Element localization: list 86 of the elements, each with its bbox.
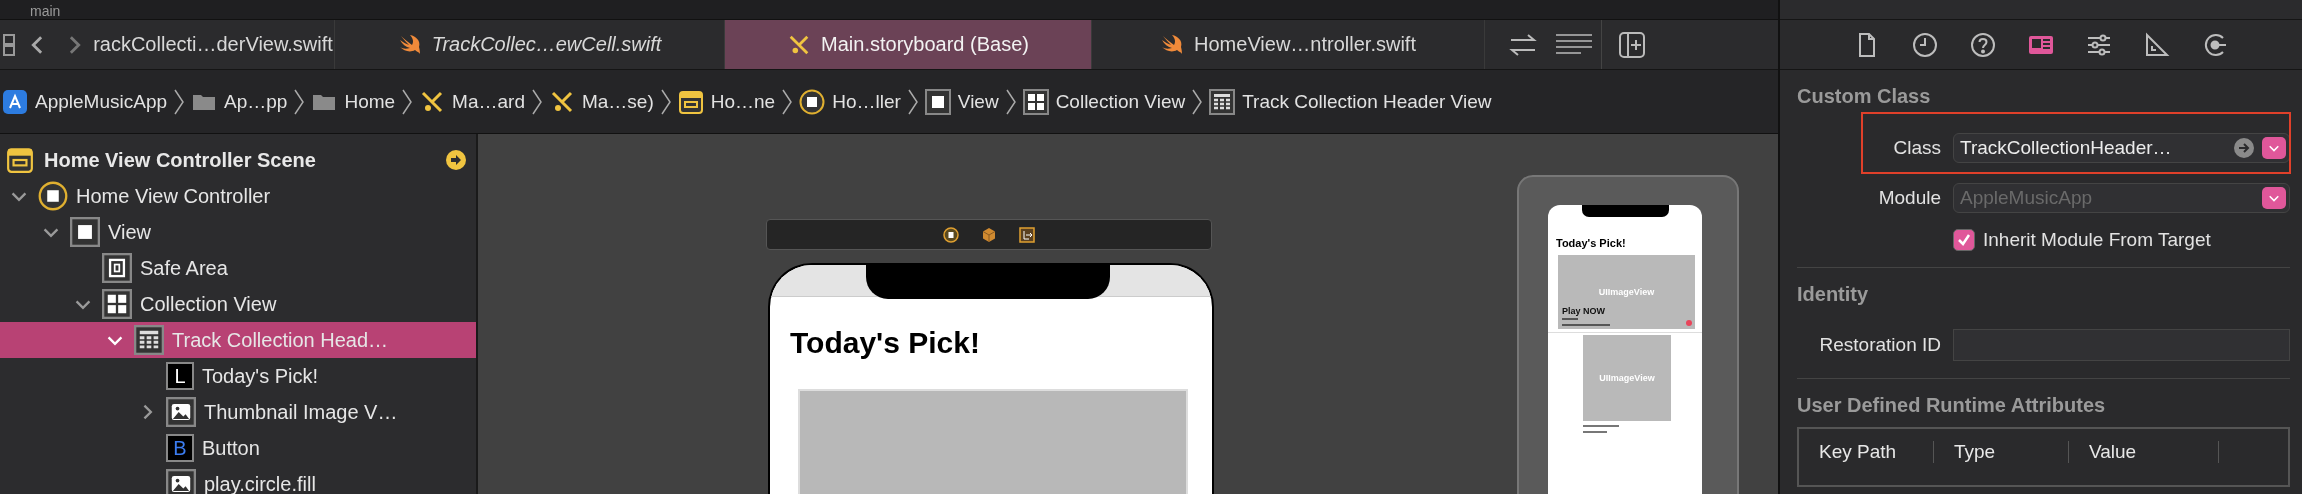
button-icon: B [166, 434, 194, 462]
editor-tab[interactable]: rackCollecti…derView.swift [92, 20, 335, 69]
arrow-circle-icon[interactable] [2234, 138, 2254, 158]
path-item[interactable]: Ma…ard [419, 88, 525, 115]
ruler-icon [2143, 30, 2171, 59]
swift-file-icon [1160, 33, 1185, 56]
editor-tab[interactable]: HomeView…ntroller.swift [1092, 20, 1485, 69]
scene-icon [6, 146, 34, 174]
outline-row[interactable]: Collection View [0, 286, 476, 322]
outline-row[interactable]: View [0, 214, 476, 250]
safe-area-icon [102, 253, 132, 283]
outline-row[interactable]: Home View Controller [0, 178, 476, 214]
section-heading: User Defined Runtime Attributes [1797, 393, 2107, 417]
path-separator-icon [906, 87, 919, 116]
editor-tab[interactable]: Main.storyboard (Base) [725, 20, 1092, 69]
path-separator-icon [401, 87, 414, 116]
path-separator-icon [293, 87, 306, 116]
path-item[interactable]: Ap…pp [191, 88, 288, 115]
checkbox[interactable] [1953, 229, 1975, 251]
grid-icon[interactable] [3, 31, 17, 58]
scene-title: Home View Controller Scene [44, 148, 317, 172]
exit-icon[interactable] [1019, 226, 1035, 243]
path-separator-icon [173, 87, 186, 116]
branch-name: main [30, 3, 61, 19]
input-field[interactable] [1953, 329, 2290, 361]
column-header: Value [2069, 441, 2219, 463]
view-controller-icon[interactable] [943, 226, 959, 243]
image-view-label: UIImageView [1599, 373, 1655, 383]
path-item[interactable]: AppleMusicApp [2, 88, 168, 115]
cube-icon[interactable] [981, 226, 997, 243]
outline-row[interactable]: B Button [0, 430, 476, 466]
swap-arrows-icon[interactable] [1508, 31, 1538, 58]
column-header: Key Path [1799, 441, 1934, 463]
combo-field[interactable]: TrackCollectionHeader… [1953, 133, 2290, 163]
text-line [1583, 431, 1607, 433]
play-label: Play NOW [1562, 306, 1605, 316]
field-label: Module [1877, 187, 1941, 209]
swift-file-icon [397, 33, 422, 56]
checkmark-icon [1956, 232, 1972, 248]
text-line [1562, 324, 1610, 326]
path-item[interactable]: Track Collection Header View [1209, 88, 1492, 115]
clock-icon [1911, 30, 1939, 59]
outline-row[interactable]: Safe Area [0, 250, 476, 286]
grid-icon [102, 289, 132, 319]
field-label: Class [1892, 137, 1941, 159]
text-line [1562, 318, 1578, 320]
field-label: Restoration ID [1818, 334, 1941, 356]
path-item[interactable]: Collection View [1022, 88, 1186, 115]
path-separator-icon [530, 87, 543, 116]
dropdown-button[interactable] [2262, 137, 2286, 159]
table-icon [1209, 88, 1236, 115]
section-heading: Identity [1797, 282, 1870, 306]
path-item[interactable]: Ho…ller [799, 88, 901, 115]
path-item[interactable]: Home [311, 88, 396, 115]
view-icon [924, 88, 951, 115]
checkbox-label: Inherit Module From Target [1983, 229, 2211, 251]
column-header: Type [1934, 441, 2069, 463]
text-line [1583, 425, 1619, 427]
lines-icon[interactable] [1555, 32, 1593, 57]
outline-row[interactable]: Track Collection Head… [0, 322, 476, 358]
image-icon [166, 397, 196, 427]
outline-row[interactable]: L Today's Pick! [0, 358, 476, 394]
phone-title: Today's Pick! [789, 325, 981, 361]
path-separator-icon [1004, 87, 1017, 116]
section-heading: Custom Class [1797, 84, 1932, 108]
path-separator-icon [781, 87, 794, 116]
outline-row[interactable]: Thumbnail Image V… [0, 394, 476, 430]
scene-icon [677, 88, 704, 115]
path-item[interactable]: Ma…se) [548, 88, 654, 115]
image-view-label: UIImageView [1598, 287, 1655, 297]
grid-icon [1022, 88, 1049, 115]
path-separator-icon [1191, 87, 1204, 116]
outline-row[interactable]: play.circle.fill [0, 466, 476, 494]
phone-title: Today's Pick! [1555, 236, 1627, 249]
view-controller-icon [38, 181, 68, 211]
path-item[interactable]: Ho…ne [677, 88, 776, 115]
label-icon: L [166, 362, 194, 390]
path-item[interactable]: View [924, 88, 999, 115]
help-icon [1969, 30, 1997, 59]
app-icon [2, 88, 28, 115]
table-icon [134, 325, 164, 355]
path-separator-icon [659, 87, 672, 116]
add-editor-icon[interactable] [1617, 30, 1646, 59]
view-controller-icon [799, 88, 826, 115]
view-icon [70, 217, 100, 247]
arrow-circle-icon[interactable] [446, 150, 466, 170]
